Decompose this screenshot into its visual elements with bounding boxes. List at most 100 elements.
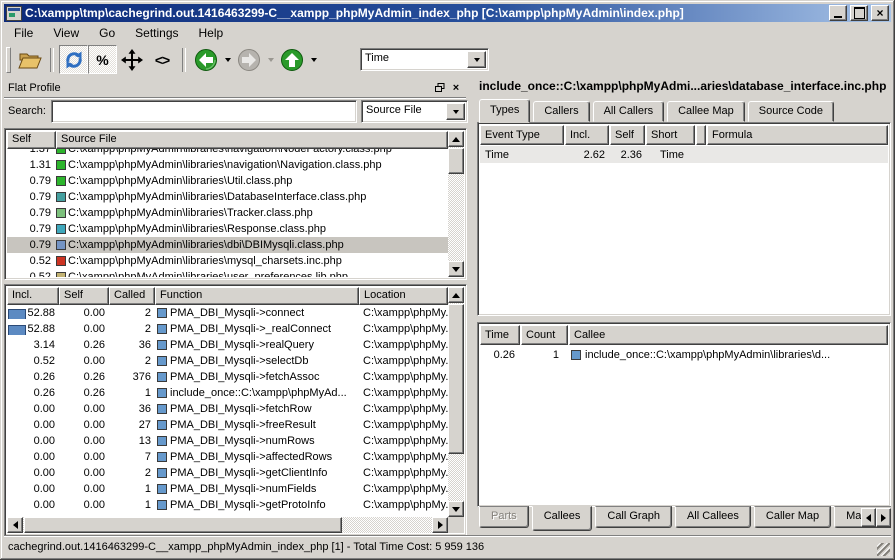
function-row[interactable]: 0.520.002PMA_DBI_Mysqli->selectDbC:\xamp… (7, 353, 448, 369)
menu-item-file[interactable]: File (4, 24, 43, 42)
event-types-header: Event Type Incl. Self Short Formula (480, 125, 888, 145)
scrollbar-thumb[interactable] (448, 304, 464, 454)
column-header-called[interactable]: Called (109, 287, 155, 305)
function-row[interactable]: 0.000.001PMA_DBI_Mysqli->numFieldsC:\xam… (7, 481, 448, 497)
column-header-function[interactable]: Function (155, 287, 359, 305)
function-hscrollbar[interactable] (7, 517, 448, 533)
close-button[interactable]: × (871, 5, 889, 21)
self-cost: 0.00 (59, 323, 109, 335)
minimize-button[interactable] (829, 5, 847, 21)
tab-source-code[interactable]: Source Code (748, 101, 834, 122)
cycle-detection-button[interactable] (117, 46, 147, 74)
source-file-row[interactable]: 1.37C:\xampp\phpMyAdmin\libraries\naviga… (7, 149, 448, 157)
column-header-incl[interactable]: Incl. (565, 125, 609, 145)
column-header-time[interactable]: Time (480, 325, 520, 345)
scrollbar-thumb[interactable] (24, 517, 342, 533)
function-row[interactable]: 0.000.002PMA_DBI_Mysqli->getClientInfoC:… (7, 465, 448, 481)
tab-callers[interactable]: Callers (533, 101, 589, 122)
function-row[interactable]: 0.000.001PMA_DBI_Mysqli->getProtoInfoC:\… (7, 497, 448, 513)
column-header-formula[interactable]: Formula (707, 125, 888, 145)
tab-scroll-right-button[interactable] (876, 508, 891, 527)
function-row[interactable]: 52.880.002PMA_DBI_Mysqli->_realConnectC:… (7, 321, 448, 337)
event-type-select[interactable]: Time (360, 48, 489, 71)
resize-grip[interactable] (877, 543, 890, 556)
column-header-self[interactable]: Self (7, 131, 56, 149)
scroll-left-button[interactable] (7, 517, 23, 533)
up-button[interactable] (277, 46, 307, 74)
tab-callee-map[interactable]: Callee Map (667, 101, 745, 122)
back-button[interactable] (191, 46, 221, 74)
function-vscrollbar[interactable] (448, 287, 464, 517)
menu-item-go[interactable]: Go (89, 24, 125, 42)
scroll-down-button[interactable] (448, 501, 464, 517)
function-row[interactable]: 0.000.0013PMA_DBI_Mysqli->numRowsC:\xamp… (7, 433, 448, 449)
arrow-right-icon (881, 514, 890, 522)
menu-item-settings[interactable]: Settings (125, 24, 188, 42)
function-icon (157, 340, 167, 350)
self-cost: 0.79 (7, 223, 56, 235)
scroll-right-button[interactable] (432, 517, 448, 533)
bottom-tab-callees[interactable]: Callees (532, 506, 593, 531)
close-panel-button[interactable]: × (448, 80, 464, 95)
function-row[interactable]: 3.140.2636PMA_DBI_Mysqli->realQueryC:\xa… (7, 337, 448, 353)
callee-row[interactable]: 0.261include_once::C:\xampp\phpMyAdmin\l… (480, 346, 888, 363)
back-history-dropdown[interactable] (221, 46, 234, 74)
file-path: C:\xampp\phpMyAdmin\libraries\navigation… (66, 159, 448, 171)
bottom-tab-call-graph[interactable]: Call Graph (595, 506, 672, 528)
column-header-location[interactable]: Location (359, 287, 448, 305)
source-file-row[interactable]: 0.79C:\xampp\phpMyAdmin\libraries\Tracke… (7, 205, 448, 221)
menu-item-view[interactable]: View (43, 24, 89, 42)
float-panel-button[interactable] (432, 80, 448, 95)
column-header-self[interactable]: Self (59, 287, 109, 305)
percent-button[interactable]: % (88, 45, 117, 74)
source-file-scrollbar[interactable] (448, 131, 464, 277)
source-file-row[interactable]: 0.52C:\xampp\phpMyAdmin\libraries\user_p… (7, 269, 448, 277)
toolbar-drag-handle[interactable] (6, 47, 11, 73)
source-file-row[interactable]: 1.31C:\xampp\phpMyAdmin\libraries\naviga… (7, 157, 448, 173)
combo-drop-button[interactable] (467, 51, 486, 68)
scroll-up-button[interactable] (448, 131, 464, 147)
column-header-incl[interactable]: Incl. (7, 287, 59, 305)
maximize-button[interactable] (850, 5, 868, 21)
column-header-spacer[interactable] (696, 125, 706, 145)
menu-item-help[interactable]: Help (189, 24, 234, 42)
column-header-short[interactable]: Short (646, 125, 695, 145)
bottom-tab-parts[interactable]: Parts (479, 506, 529, 528)
source-file-row[interactable]: 0.79C:\xampp\phpMyAdmin\libraries\dbi\DB… (7, 237, 448, 253)
bottom-tab-all-callees[interactable]: All Callees (675, 506, 751, 528)
tab-scroll-left-button[interactable] (861, 508, 876, 527)
bottom-tab-caller-map[interactable]: Caller Map (754, 506, 831, 528)
combo-drop-button[interactable] (446, 103, 465, 120)
column-header-source-file[interactable]: Source File (56, 131, 448, 149)
function-row[interactable]: 0.000.0027PMA_DBI_Mysqli->freeResultC:\x… (7, 417, 448, 433)
function-row[interactable]: 52.880.002PMA_DBI_Mysqli->connectC:\xamp… (7, 305, 448, 321)
column-header-count[interactable]: Count (521, 325, 568, 345)
self-cost: 0.00 (59, 483, 109, 495)
function-row[interactable]: 0.260.26376PMA_DBI_Mysqli->fetchAssocC:\… (7, 369, 448, 385)
function-row[interactable]: 0.260.261include_once::C:\xampp\phpMyAd.… (7, 385, 448, 401)
column-header-event-type[interactable]: Event Type (480, 125, 564, 145)
event-type-row[interactable]: Time2.622.36Time (480, 146, 888, 163)
tab-all-callers[interactable]: All Callers (593, 101, 665, 122)
scroll-up-button[interactable] (448, 287, 464, 303)
relative-cost-button[interactable]: <> (147, 46, 177, 74)
function-row[interactable]: 0.000.0036PMA_DBI_Mysqli->fetchRowC:\xam… (7, 401, 448, 417)
column-header-callee[interactable]: Callee (569, 325, 888, 345)
forward-button[interactable] (234, 46, 264, 74)
column-header-self[interactable]: Self (610, 125, 645, 145)
source-file-row[interactable]: 0.79C:\xampp\phpMyAdmin\libraries\Respon… (7, 221, 448, 237)
scrollbar-thumb[interactable] (448, 148, 464, 174)
function-row[interactable]: 0.000.007PMA_DBI_Mysqli->affectedRowsC:\… (7, 449, 448, 465)
up-history-dropdown[interactable] (307, 46, 320, 74)
source-file-row[interactable]: 0.52C:\xampp\phpMyAdmin\libraries\mysql_… (7, 253, 448, 269)
scroll-down-button[interactable] (448, 261, 464, 277)
forward-history-dropdown[interactable] (264, 46, 277, 74)
refresh-button[interactable] (59, 45, 88, 74)
search-input[interactable] (52, 101, 356, 122)
open-file-button[interactable] (15, 46, 45, 74)
source-file-row[interactable]: 0.79C:\xampp\phpMyAdmin\libraries\Util.c… (7, 173, 448, 189)
source-file-row[interactable]: 0.79C:\xampp\phpMyAdmin\libraries\Databa… (7, 189, 448, 205)
up-icon (280, 48, 304, 72)
tab-types[interactable]: Types (479, 99, 530, 123)
group-by-select[interactable]: Source File (361, 100, 468, 123)
